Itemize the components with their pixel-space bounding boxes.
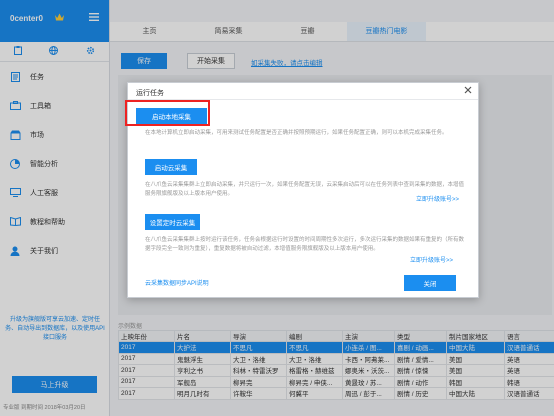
- close-button[interactable]: 关闭: [404, 275, 456, 291]
- local-collect-description: 在本地计算机立即启动采集，可用来测试任务配置是否正确并按照预期运行，如果任务配置…: [145, 130, 448, 136]
- schedule-collect-description: 在八爪鱼云采集集群上按时运行该任务，任务会根据运行时设置的时间周期性多次运行，多…: [145, 237, 465, 252]
- upgrade-account-link-2[interactable]: 立即升级账号>>: [410, 255, 453, 264]
- schedule-cloud-collect-button[interactable]: 设置定时云采集: [145, 214, 200, 230]
- cloud-api-doc-link[interactable]: 云采集数据同步API说明: [145, 278, 209, 287]
- close-icon[interactable]: [464, 86, 472, 96]
- dialog-title: 运行任务: [136, 90, 164, 97]
- start-cloud-collect-button[interactable]: 启动云采集: [145, 159, 197, 175]
- upgrade-account-link[interactable]: 立即升级账号>>: [416, 194, 459, 203]
- highlight-annotation-box: [125, 100, 210, 126]
